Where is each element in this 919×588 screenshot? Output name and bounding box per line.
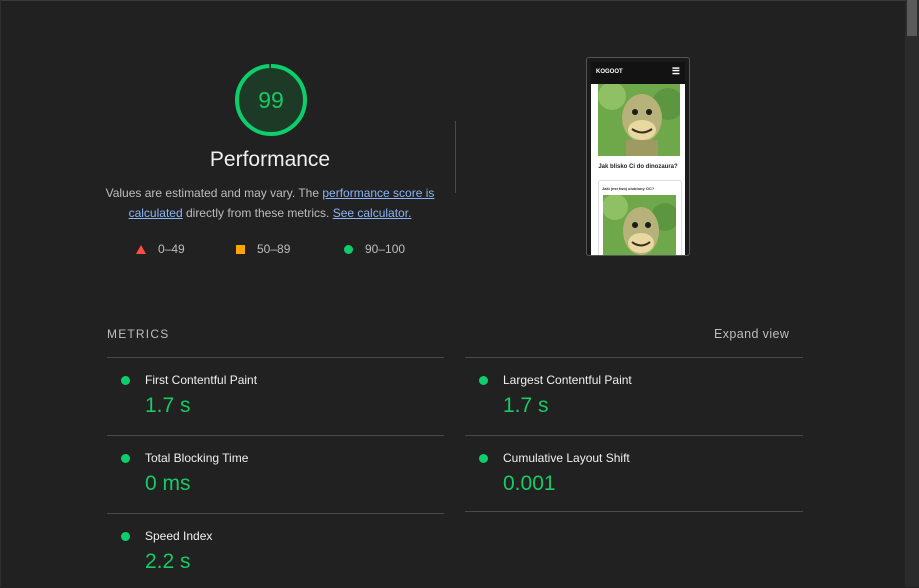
pass-circle-icon	[121, 376, 130, 385]
metric-total-blocking-time[interactable]: Total Blocking Time 0 ms	[107, 436, 445, 510]
thumbnail-brand: KOGOOT	[596, 69, 623, 75]
pass-circle-icon	[121, 532, 130, 541]
category-title: Performance	[209, 148, 331, 171]
metric-largest-contentful-paint[interactable]: Largest Contentful Paint 1.7 s	[465, 358, 803, 432]
metric-label: Cumulative Layout Shift	[503, 451, 630, 465]
pass-circle-icon	[479, 376, 488, 385]
dinosaur-image	[603, 195, 676, 255]
metric-value: 1.7 s	[145, 394, 191, 417]
pass-circle-icon	[121, 454, 130, 463]
square-icon	[236, 244, 245, 254]
metric-label: Largest Contentful Paint	[503, 373, 632, 387]
thumbnail-header: KOGOOT ☰	[591, 62, 685, 84]
see-calculator-link[interactable]: See calculator.	[333, 206, 412, 220]
vertical-divider	[455, 121, 456, 193]
metric-value: 0.001	[503, 472, 556, 495]
metric-label: First Contentful Paint	[145, 373, 258, 387]
score-value: 99	[258, 87, 284, 113]
metric-value: 1.7 s	[503, 394, 549, 417]
thumbnail-question: Jak blisko Ci do dinozaura?	[598, 164, 678, 170]
metric-value: 0 ms	[145, 472, 191, 495]
score-description: Values are estimated and may vary. The p…	[105, 183, 435, 223]
metric-label: Total Blocking Time	[145, 451, 249, 465]
metric-label: Speed Index	[145, 529, 213, 543]
circle-icon	[344, 244, 353, 254]
dinosaur-image	[598, 84, 680, 156]
triangle-icon	[136, 244, 146, 254]
legend-average: 50–89	[236, 242, 290, 256]
legend-label: 0–49	[158, 242, 185, 256]
legend-pass: 90–100	[344, 242, 405, 256]
metric-divider	[465, 511, 803, 512]
metric-value: 2.2 s	[145, 550, 191, 573]
metric-cumulative-layout-shift[interactable]: Cumulative Layout Shift 0.001	[465, 436, 803, 510]
expand-view-toggle[interactable]: Expand view	[714, 327, 789, 341]
metric-first-contentful-paint[interactable]: First Contentful Paint 1.7 s	[107, 358, 445, 432]
description-text: Values are estimated and may vary. The	[105, 186, 323, 200]
thumbnail-card: Jaki jest twój ulubiony OC?	[598, 180, 682, 255]
metrics-heading: METRICS	[107, 327, 170, 341]
pass-circle-icon	[479, 454, 488, 463]
legend-label: 90–100	[365, 242, 406, 256]
scrollbar[interactable]	[905, 0, 919, 587]
thumbnail-card-title: Jaki jest twój ulubiony OC?	[602, 186, 655, 191]
thumbnail-body: Jak blisko Ci do dinozaura? Jaki jest tw…	[591, 84, 685, 255]
hamburger-menu-icon: ☰	[671, 66, 680, 76]
final-screenshot-thumbnail[interactable]: KOGOOT ☰ Jak blisko Ci do dinozaura? Jak…	[586, 57, 690, 256]
legend-label: 50–89	[257, 242, 291, 256]
metric-speed-index[interactable]: Speed Index 2.2 s	[107, 514, 445, 588]
legend-fail: 0–49	[136, 242, 185, 256]
scrollbar-thumb[interactable]	[907, 0, 917, 36]
description-text-2: directly from these metrics.	[182, 206, 333, 220]
